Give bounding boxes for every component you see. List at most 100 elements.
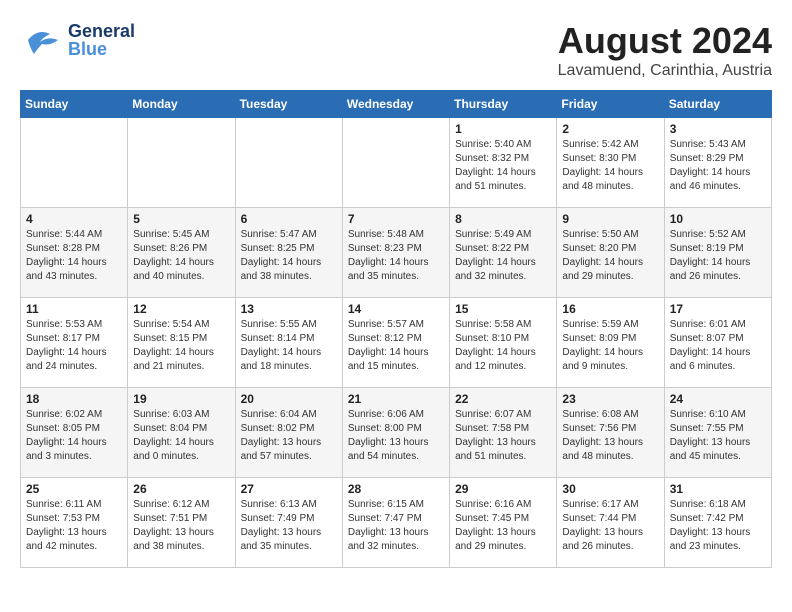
weekday-header-wednesday: Wednesday <box>342 91 449 118</box>
calendar-cell: 4 Sunrise: 5:44 AM Sunset: 8:28 PM Daylig… <box>21 208 128 298</box>
day-info: Sunrise: 6:02 AM Sunset: 8:05 PM Dayligh… <box>26 408 122 464</box>
calendar-cell: 20 Sunrise: 6:04 AM Sunset: 8:02 PM Dayli… <box>235 388 342 478</box>
day-number: 13 <box>241 302 337 316</box>
calendar-cell: 21Sunrise: 6:06 AM Sunset: 8:00 PM Dayli… <box>342 388 449 478</box>
logo-general-text: General <box>68 22 135 40</box>
day-number: 19 <box>133 392 229 406</box>
calendar-cell: 24 Sunrise: 6:10 AM Sunset: 7:55 PM Dayli… <box>664 388 771 478</box>
day-number: 18 <box>26 392 122 406</box>
day-number: 22 <box>455 392 551 406</box>
calendar-cell: 25Sunrise: 6:11 AM Sunset: 7:53 PM Dayli… <box>21 478 128 568</box>
calendar-cell: 27Sunrise: 6:13 AM Sunset: 7:49 PM Dayli… <box>235 478 342 568</box>
day-info: Sunrise: 5:44 AM Sunset: 8:28 PM Dayligh… <box>26 228 122 284</box>
calendar-cell <box>21 118 128 208</box>
calendar-cell: 22 Sunrise: 6:07 AM Sunset: 7:58 PM Dayli… <box>450 388 557 478</box>
day-info: Sunrise: 5:54 AM Sunset: 8:15 PM Dayligh… <box>133 318 229 374</box>
month-year: August 2024 <box>558 20 772 62</box>
day-number: 15 <box>455 302 551 316</box>
logo-blue-text: Blue <box>68 40 135 58</box>
day-number: 11 <box>26 302 122 316</box>
calendar-cell: 12 Sunrise: 5:54 AM Sunset: 8:15 PM Dayli… <box>128 298 235 388</box>
calendar-cell: 8 Sunrise: 5:49 AM Sunset: 8:22 PM Daylig… <box>450 208 557 298</box>
day-number: 16 <box>562 302 658 316</box>
day-number: 23 <box>562 392 658 406</box>
day-info: Sunrise: 6:01 AM Sunset: 8:07 PM Dayligh… <box>670 318 766 374</box>
day-info: Sunrise: 5:49 AM Sunset: 8:22 PM Dayligh… <box>455 228 551 284</box>
day-number: 8 <box>455 212 551 226</box>
calendar-cell: 18 Sunrise: 6:02 AM Sunset: 8:05 PM Dayli… <box>21 388 128 478</box>
day-info: Sunrise: 6:03 AM Sunset: 8:04 PM Dayligh… <box>133 408 229 464</box>
day-number: 21 <box>348 392 444 406</box>
day-number: 10 <box>670 212 766 226</box>
title-area: August 2024 Lavamuend, Carinthia, Austri… <box>558 20 772 80</box>
calendar-cell: 19 Sunrise: 6:03 AM Sunset: 8:04 PM Dayli… <box>128 388 235 478</box>
calendar-cell <box>342 118 449 208</box>
calendar-cell: 16 Sunrise: 5:59 AM Sunset: 8:09 PM Dayli… <box>557 298 664 388</box>
day-number: 7 <box>348 212 444 226</box>
weekday-header-friday: Friday <box>557 91 664 118</box>
weekday-header-row: SundayMondayTuesdayWednesdayThursdayFrid… <box>21 91 772 118</box>
day-number: 26 <box>133 482 229 496</box>
calendar-cell: 31Sunrise: 6:18 AM Sunset: 7:42 PM Dayli… <box>664 478 771 568</box>
day-info: Sunrise: 5:48 AM Sunset: 8:23 PM Dayligh… <box>348 228 444 284</box>
calendar-cell <box>235 118 342 208</box>
day-info: Sunrise: 5:53 AM Sunset: 8:17 PM Dayligh… <box>26 318 122 374</box>
day-number: 6 <box>241 212 337 226</box>
day-number: 20 <box>241 392 337 406</box>
header: General Blue August 2024 Lavamuend, Cari… <box>20 20 772 80</box>
day-info: Sunrise: 5:45 AM Sunset: 8:26 PM Dayligh… <box>133 228 229 284</box>
day-number: 3 <box>670 122 766 136</box>
calendar-cell: 15 Sunrise: 5:58 AM Sunset: 8:10 PM Dayli… <box>450 298 557 388</box>
day-info: Sunrise: 6:12 AM Sunset: 7:51 PM Dayligh… <box>133 498 229 554</box>
day-info: Sunrise: 6:18 AM Sunset: 7:42 PM Dayligh… <box>670 498 766 554</box>
day-number: 28 <box>348 482 444 496</box>
weekday-header-thursday: Thursday <box>450 91 557 118</box>
day-number: 5 <box>133 212 229 226</box>
location: Lavamuend, Carinthia, Austria <box>558 62 772 80</box>
calendar-cell: 9 Sunrise: 5:50 AM Sunset: 8:20 PM Daylig… <box>557 208 664 298</box>
day-info: Sunrise: 6:17 AM Sunset: 7:44 PM Dayligh… <box>562 498 658 554</box>
day-info: Sunrise: 6:07 AM Sunset: 7:58 PM Dayligh… <box>455 408 551 464</box>
day-number: 17 <box>670 302 766 316</box>
day-info: Sunrise: 5:40 AM Sunset: 8:32 PM Dayligh… <box>455 138 551 194</box>
calendar-cell: 26 Sunrise: 6:12 AM Sunset: 7:51 PM Dayli… <box>128 478 235 568</box>
day-info: Sunrise: 6:10 AM Sunset: 7:55 PM Dayligh… <box>670 408 766 464</box>
day-info: Sunrise: 6:16 AM Sunset: 7:45 PM Dayligh… <box>455 498 551 554</box>
day-info: Sunrise: 5:59 AM Sunset: 8:09 PM Dayligh… <box>562 318 658 374</box>
calendar-week-3: 11 Sunrise: 5:53 AM Sunset: 8:17 PM Dayli… <box>21 298 772 388</box>
weekday-header-monday: Monday <box>128 91 235 118</box>
calendar-cell: 13 Sunrise: 5:55 AM Sunset: 8:14 PM Dayli… <box>235 298 342 388</box>
day-number: 9 <box>562 212 658 226</box>
day-number: 4 <box>26 212 122 226</box>
calendar-cell: 1 Sunrise: 5:40 AM Sunset: 8:32 PM Daylig… <box>450 118 557 208</box>
logo-text: General Blue <box>68 22 135 58</box>
day-number: 14 <box>348 302 444 316</box>
calendar-week-1: 1 Sunrise: 5:40 AM Sunset: 8:32 PM Daylig… <box>21 118 772 208</box>
logo-icon <box>20 20 64 60</box>
day-number: 24 <box>670 392 766 406</box>
calendar-cell: 2 Sunrise: 5:42 AM Sunset: 8:30 PM Daylig… <box>557 118 664 208</box>
weekday-header-tuesday: Tuesday <box>235 91 342 118</box>
calendar-cell: 23Sunrise: 6:08 AM Sunset: 7:56 PM Dayli… <box>557 388 664 478</box>
calendar-cell <box>128 118 235 208</box>
calendar-cell: 17 Sunrise: 6:01 AM Sunset: 8:07 PM Dayli… <box>664 298 771 388</box>
calendar-week-2: 4 Sunrise: 5:44 AM Sunset: 8:28 PM Daylig… <box>21 208 772 298</box>
calendar-cell: 6 Sunrise: 5:47 AM Sunset: 8:25 PM Daylig… <box>235 208 342 298</box>
day-number: 12 <box>133 302 229 316</box>
day-number: 25 <box>26 482 122 496</box>
calendar-cell: 30Sunrise: 6:17 AM Sunset: 7:44 PM Dayli… <box>557 478 664 568</box>
day-info: Sunrise: 5:42 AM Sunset: 8:30 PM Dayligh… <box>562 138 658 194</box>
day-info: Sunrise: 5:57 AM Sunset: 8:12 PM Dayligh… <box>348 318 444 374</box>
day-info: Sunrise: 5:55 AM Sunset: 8:14 PM Dayligh… <box>241 318 337 374</box>
day-info: Sunrise: 5:50 AM Sunset: 8:20 PM Dayligh… <box>562 228 658 284</box>
day-info: Sunrise: 5:58 AM Sunset: 8:10 PM Dayligh… <box>455 318 551 374</box>
day-number: 2 <box>562 122 658 136</box>
calendar-cell: 29Sunrise: 6:16 AM Sunset: 7:45 PM Dayli… <box>450 478 557 568</box>
calendar-week-5: 25Sunrise: 6:11 AM Sunset: 7:53 PM Dayli… <box>21 478 772 568</box>
day-info: Sunrise: 6:04 AM Sunset: 8:02 PM Dayligh… <box>241 408 337 464</box>
calendar-cell: 3Sunrise: 5:43 AM Sunset: 8:29 PM Daylig… <box>664 118 771 208</box>
day-number: 1 <box>455 122 551 136</box>
day-info: Sunrise: 5:47 AM Sunset: 8:25 PM Dayligh… <box>241 228 337 284</box>
weekday-header-sunday: Sunday <box>21 91 128 118</box>
day-info: Sunrise: 6:13 AM Sunset: 7:49 PM Dayligh… <box>241 498 337 554</box>
